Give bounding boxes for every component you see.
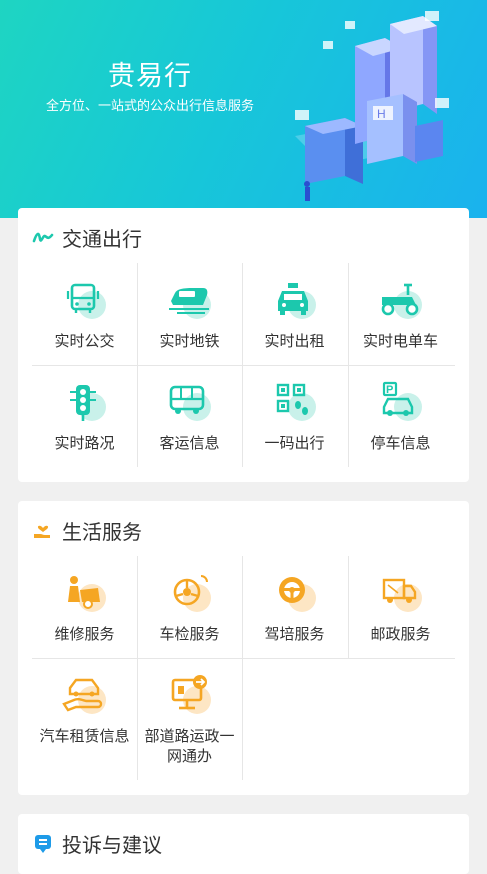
grid-item-realtime-bus[interactable]: 实时公交 xyxy=(32,263,137,365)
grid-item-parking-info[interactable]: P 停车信息 xyxy=(348,365,453,467)
traffic-section-title: 交通出行 xyxy=(62,226,142,251)
grid-item-label: 实时出租 xyxy=(264,332,325,350)
coach-icon xyxy=(169,385,211,421)
grid-item-label: 汽车租赁信息 xyxy=(39,727,130,745)
grid-item-label: 一码出行 xyxy=(264,434,325,452)
traffic-section-header: 交通出行 xyxy=(32,222,142,252)
grid-item-label: 部道路运政一 网通办 xyxy=(137,726,242,766)
life-services-section: 生活服务 维修服务 车检服务 驾培服务 邮政服务 汽车租赁信息 部道路运政一 网… xyxy=(18,501,469,795)
qr-code-icon xyxy=(276,383,316,421)
car-rental-icon xyxy=(62,678,106,714)
grid-item-coach-info[interactable]: 客运信息 xyxy=(137,365,242,467)
grid-item-label: 客运信息 xyxy=(159,434,220,452)
grid-item-qr-travel[interactable]: 一码出行 xyxy=(242,365,347,467)
grid-item-label: 实时地铁 xyxy=(159,332,220,350)
parking-icon: P xyxy=(382,381,422,421)
complaint-icon xyxy=(35,835,51,853)
grid-item-label: 实时公交 xyxy=(54,332,115,350)
app-subtitle: 全方位、一站式的公众出行信息服务 xyxy=(45,99,254,114)
grid-item-road-transport-portal[interactable]: 部道路运政一 网通办 xyxy=(137,658,242,765)
grid-item-realtime-traffic[interactable]: 实时路况 xyxy=(32,365,137,467)
traffic-light-icon xyxy=(70,385,106,421)
grid-item-repair-service[interactable]: 维修服务 xyxy=(32,556,137,658)
scooter-icon xyxy=(381,283,422,319)
grid-item-label: 车检服务 xyxy=(159,625,220,643)
app-title: 贵易行 xyxy=(108,61,192,92)
grid-item-label: 实时路况 xyxy=(54,434,115,452)
traffic-section: 交通出行 实时公交 实时地铁 实时出租 实时电单车 实时路况 客运信息 一码出行… xyxy=(18,208,469,482)
svg-text:H: H xyxy=(377,107,386,121)
complaint-section-header: 投诉与建议 xyxy=(32,828,162,858)
repair-icon xyxy=(68,576,106,612)
steering-wheel-icon xyxy=(279,577,316,612)
grid-item-label: 邮政服务 xyxy=(370,625,431,643)
metro-icon xyxy=(169,288,211,319)
life-section-title: 生活服务 xyxy=(62,519,142,544)
life-section-header: 生活服务 xyxy=(32,515,142,545)
delivery-truck-icon xyxy=(382,578,422,612)
complaint-section[interactable]: 投诉与建议 xyxy=(18,814,469,874)
grid-item-realtime-metro[interactable]: 实时地铁 xyxy=(137,263,242,365)
bus-icon xyxy=(66,283,106,319)
label-line: 部道路运政一 xyxy=(144,727,235,745)
grid-item-postal-service[interactable]: 邮政服务 xyxy=(348,556,453,658)
grid-item-label: 维修服务 xyxy=(54,625,115,643)
monitor-icon xyxy=(171,675,211,714)
grid-item-label: 驾培服务 xyxy=(264,625,325,643)
inspection-icon xyxy=(173,575,211,612)
complaint-section-title: 投诉与建议 xyxy=(62,832,162,857)
grid-item-car-rental[interactable]: 汽车租赁信息 xyxy=(32,658,137,760)
wave-icon xyxy=(32,232,54,243)
hand-heart-icon xyxy=(34,525,50,538)
taxi-icon xyxy=(278,283,316,319)
grid-item-label: 停车信息 xyxy=(370,434,431,452)
hero-banner: 贵易行 全方位、一站式的公众出行信息服务 H xyxy=(0,0,487,218)
svg-text:P: P xyxy=(386,384,393,396)
grid-item-driving-training[interactable]: 驾培服务 xyxy=(242,556,347,658)
grid-item-inspection-service[interactable]: 车检服务 xyxy=(137,556,242,658)
grid-item-realtime-ebike[interactable]: 实时电单车 xyxy=(348,263,453,365)
city-illustration: H xyxy=(295,11,449,201)
grid-item-label: 实时电单车 xyxy=(362,332,438,350)
grid-item-realtime-taxi[interactable]: 实时出租 xyxy=(242,263,347,365)
label-line: 网通办 xyxy=(166,747,212,765)
